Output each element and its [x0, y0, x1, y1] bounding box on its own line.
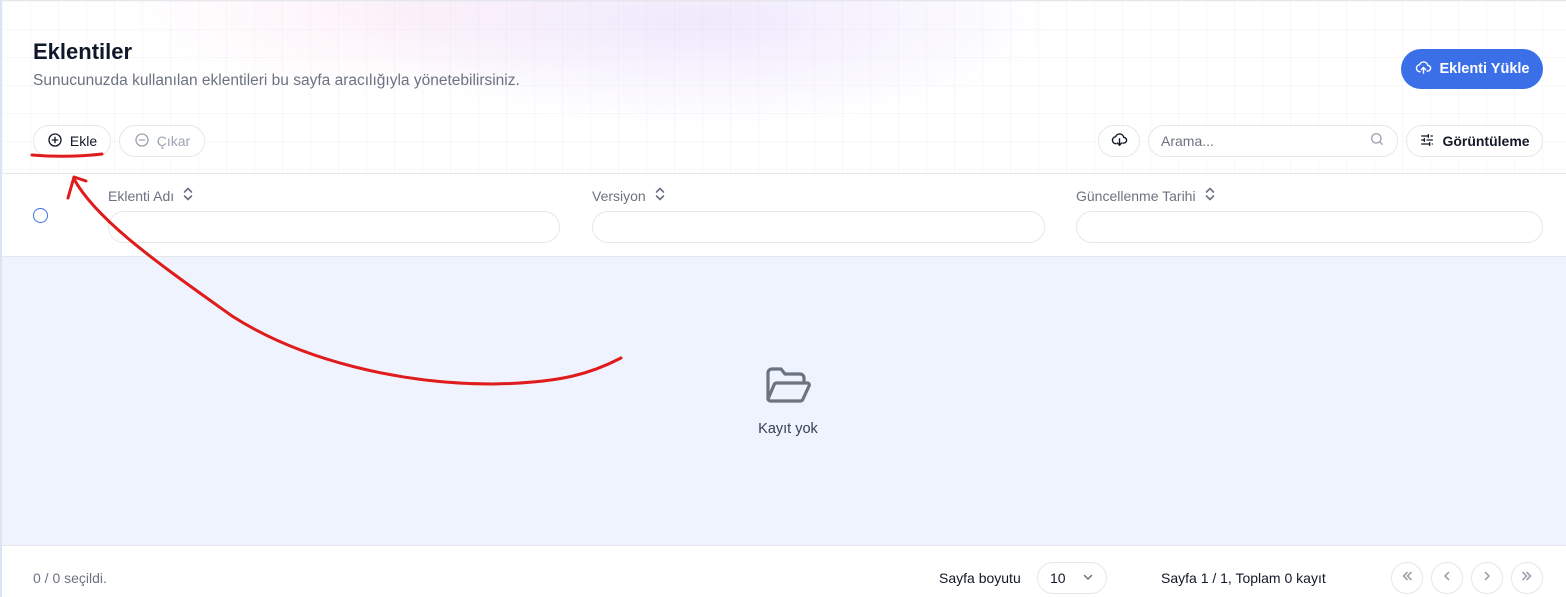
cloud-upload-icon	[1415, 59, 1432, 80]
plugins-page: Eklentiler Sunucunuzda kullanılan eklent…	[0, 0, 1566, 597]
chevron-right-icon	[1480, 569, 1494, 588]
plus-circle-icon	[47, 132, 63, 151]
empty-state-text: Kayıt yok	[758, 421, 818, 437]
filter-input-updated[interactable]	[1076, 211, 1543, 243]
prev-page-button[interactable]	[1431, 562, 1463, 594]
add-label: Ekle	[69, 133, 98, 149]
upload-plugin-label: Eklenti Yükle	[1439, 61, 1530, 77]
header-divider	[2, 173, 1566, 174]
filter-input-name[interactable]	[108, 211, 560, 243]
page-title: Eklentiler	[33, 39, 133, 64]
search-field[interactable]	[1148, 125, 1398, 157]
column-header-updated[interactable]: Güncellenme Tarihi	[1076, 187, 1216, 204]
select-all-checkbox[interactable]	[33, 208, 48, 223]
download-button[interactable]	[1098, 125, 1140, 157]
minus-circle-icon	[134, 132, 150, 151]
sort-icon	[182, 187, 194, 204]
page-size-value: 10	[1050, 570, 1066, 586]
sort-icon	[1204, 187, 1216, 204]
next-page-button[interactable]	[1471, 562, 1503, 594]
search-icon	[1369, 131, 1385, 152]
remove-label: Çıkar	[156, 133, 191, 149]
chevron-left-icon	[1440, 569, 1454, 588]
page-subtitle: Sunucunuzda kullanılan eklentileri bu sa…	[33, 72, 520, 89]
chevrons-left-icon	[1400, 569, 1414, 588]
column-label: Güncellenme Tarihi	[1076, 187, 1196, 204]
add-button[interactable]: Ekle	[33, 125, 111, 157]
selection-count: 0 / 0 seçildi.	[33, 570, 107, 586]
folder-open-icon	[764, 365, 812, 412]
page-size-label: Sayfa boyutu	[939, 570, 1021, 586]
remove-button[interactable]: Çıkar	[119, 125, 205, 157]
search-input[interactable]	[1161, 133, 1369, 149]
page-info: Sayfa 1 / 1, Toplam 0 kayıt	[1161, 570, 1326, 586]
first-page-button[interactable]	[1391, 562, 1423, 594]
column-header-version[interactable]: Versiyon	[592, 187, 666, 204]
view-options-label: Görüntüleme	[1442, 133, 1530, 149]
chevron-down-icon	[1082, 570, 1094, 586]
page-size-select[interactable]: 10	[1037, 562, 1107, 594]
column-label: Eklenti Adı	[108, 187, 175, 204]
upload-plugin-button[interactable]: Eklenti Yükle	[1401, 49, 1543, 89]
chevrons-right-icon	[1520, 569, 1534, 588]
view-options-button[interactable]: Görüntüleme	[1406, 125, 1543, 157]
sliders-icon	[1419, 132, 1435, 151]
last-page-button[interactable]	[1511, 562, 1543, 594]
cloud-download-icon	[1111, 131, 1128, 151]
sort-icon	[654, 187, 666, 204]
column-header-name[interactable]: Eklenti Adı	[108, 187, 194, 204]
filter-input-version[interactable]	[592, 211, 1045, 243]
column-label: Versiyon	[592, 187, 646, 204]
